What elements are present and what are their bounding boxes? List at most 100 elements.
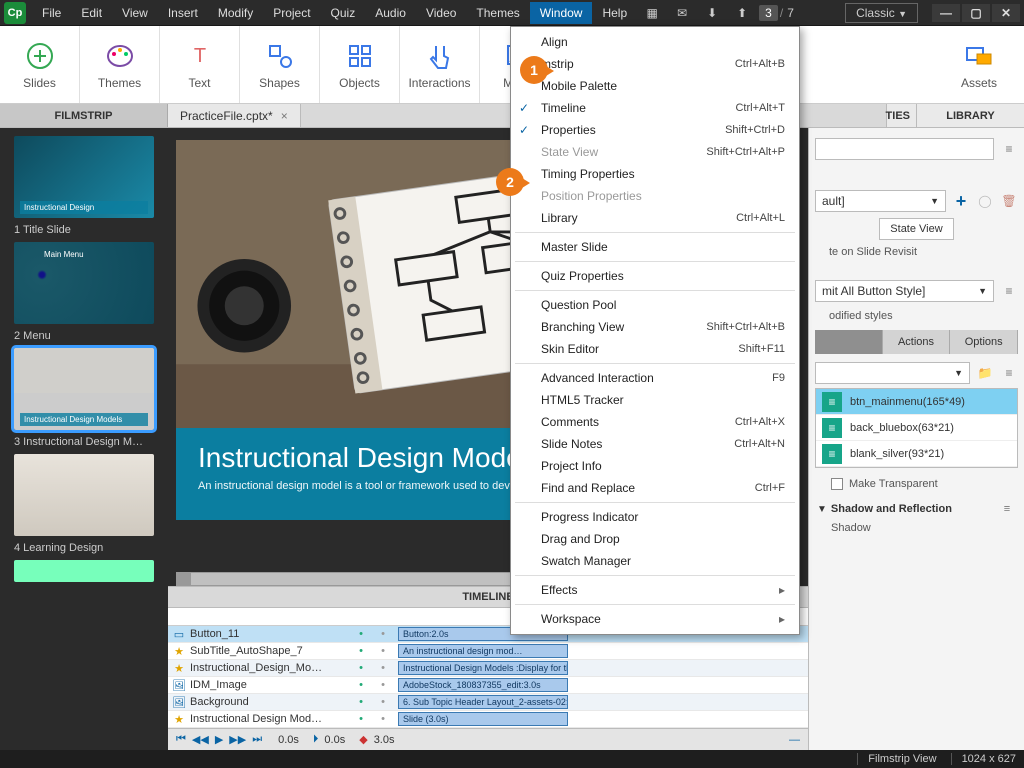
upload-icon[interactable]: ⬆ bbox=[733, 4, 751, 22]
menu-item[interactable]: Master Slide bbox=[511, 236, 799, 258]
tab-actions[interactable]: Actions bbox=[883, 330, 951, 354]
track-clip[interactable]: AdobeStock_180837355_edit:3.0s bbox=[398, 678, 568, 692]
layout-icon[interactable]: ▦ bbox=[643, 4, 661, 22]
menu-modify[interactable]: Modify bbox=[208, 2, 263, 24]
track-visibility-toggle[interactable]: • bbox=[350, 713, 372, 725]
timeline-track[interactable]: ★SubTitle_AutoShape_7••An instructional … bbox=[168, 643, 808, 660]
rewind-start-icon[interactable]: ⏮ bbox=[176, 733, 186, 746]
library-tab[interactable]: LIBRARY bbox=[916, 104, 1024, 127]
slide-thumb-selected[interactable]: Instructional Design Models 3 Instructio… bbox=[6, 348, 162, 448]
track-clip[interactable]: 6. Sub Topic Header Layout_2-assets-02:3… bbox=[398, 695, 568, 709]
menu-audio[interactable]: Audio bbox=[365, 2, 416, 24]
menu-item[interactable]: Timing Properties bbox=[511, 163, 799, 185]
ribbon-interactions[interactable]: Interactions bbox=[400, 26, 480, 103]
timeline-track[interactable]: 🖼IDM_Image••AdobeStock_180837355_edit:3.… bbox=[168, 677, 808, 694]
image-listbox[interactable]: ≡btn_mainmenu(165*49)≡back_bluebox(63*21… bbox=[815, 388, 1018, 468]
menu-item[interactable]: Find and ReplaceCtrl+F bbox=[511, 477, 799, 499]
ribbon-text[interactable]: T Text bbox=[160, 26, 240, 103]
menu-item[interactable]: Workspace▸ bbox=[511, 608, 799, 630]
menu-item[interactable]: ✓PropertiesShift+Ctrl+D bbox=[511, 119, 799, 141]
object-name-field[interactable] bbox=[815, 138, 994, 160]
slide-thumb[interactable]: 4 Learning Design bbox=[6, 454, 162, 554]
track-visibility-toggle[interactable]: • bbox=[350, 662, 372, 674]
menu-item[interactable]: Mobile Palette bbox=[511, 75, 799, 97]
add-icon[interactable]: + bbox=[952, 192, 970, 210]
trash-icon[interactable]: 🗑 bbox=[1000, 192, 1018, 210]
clone-icon[interactable]: ◯ bbox=[976, 192, 994, 210]
shadow-section-header[interactable]: ▼ Shadow and Reflection ≡ bbox=[815, 494, 1018, 522]
list-item[interactable]: ≡btn_mainmenu(165*49) bbox=[816, 389, 1017, 415]
menu-project[interactable]: Project bbox=[263, 2, 320, 24]
slide-thumb[interactable] bbox=[6, 560, 162, 582]
track-visibility-toggle[interactable]: • bbox=[350, 628, 372, 640]
workspace-selector[interactable]: Classic ▼ bbox=[845, 3, 918, 23]
zoom-slider-icon[interactable]: — bbox=[789, 734, 800, 746]
properties-tab-partial[interactable]: TIES bbox=[886, 104, 916, 127]
track-visibility-toggle[interactable]: • bbox=[350, 696, 372, 708]
menu-quiz[interactable]: Quiz bbox=[321, 2, 366, 24]
list-item[interactable]: ≡back_bluebox(63*21) bbox=[816, 415, 1017, 441]
track-lock-toggle[interactable]: • bbox=[372, 679, 394, 691]
rewind-end-icon[interactable]: ⏭ bbox=[252, 733, 262, 746]
menu-icon[interactable]: ≡ bbox=[998, 500, 1016, 518]
step-fwd-icon[interactable]: ▶▶ bbox=[229, 733, 246, 746]
ribbon-assets[interactable]: Assets bbox=[934, 26, 1024, 103]
filmstrip-panel[interactable]: Instructional Design 1 Title Slide Main … bbox=[0, 128, 168, 750]
menu-view[interactable]: View bbox=[112, 2, 158, 24]
timeline-track[interactable]: ★Instructional_Design_Mo…••Instructional… bbox=[168, 660, 808, 677]
style-select[interactable]: ault]▼ bbox=[815, 190, 946, 212]
state-view-button[interactable]: State View bbox=[879, 218, 953, 240]
ribbon-slides[interactable]: Slides bbox=[0, 26, 80, 103]
track-clip[interactable]: An instructional design mod… bbox=[398, 644, 568, 658]
filmstrip-tab[interactable]: FILMSTRIP bbox=[0, 104, 168, 127]
track-visibility-toggle[interactable]: • bbox=[350, 645, 372, 657]
download-icon[interactable]: ⬇ bbox=[703, 4, 721, 22]
track-lock-toggle[interactable]: • bbox=[372, 662, 394, 674]
mail-icon[interactable]: ✉ bbox=[673, 4, 691, 22]
step-back-icon[interactable]: ◀◀ bbox=[192, 733, 209, 746]
menu-item[interactable]: Swatch Manager bbox=[511, 550, 799, 572]
menu-item[interactable]: mstripCtrl+Alt+B bbox=[511, 53, 799, 75]
slide-thumb[interactable]: Instructional Design 1 Title Slide bbox=[6, 136, 162, 236]
menu-icon[interactable]: ≡ bbox=[1000, 282, 1018, 300]
list-item[interactable]: ≡blank_silver(93*21) bbox=[816, 441, 1017, 467]
track-lock-toggle[interactable]: • bbox=[372, 628, 394, 640]
menu-item[interactable]: Quiz Properties bbox=[511, 265, 799, 287]
close-icon[interactable]: × bbox=[281, 109, 288, 123]
window-menu-dropdown[interactable]: AlignmstripCtrl+Alt+BMobile Palette✓Time… bbox=[510, 26, 800, 635]
play-icon[interactable]: ▶ bbox=[215, 733, 223, 746]
menu-item[interactable]: Advanced InteractionF9 bbox=[511, 367, 799, 389]
menu-themes[interactable]: Themes bbox=[466, 2, 529, 24]
menu-item[interactable]: Progress Indicator bbox=[511, 506, 799, 528]
menu-item[interactable]: LibraryCtrl+Alt+L bbox=[511, 207, 799, 229]
timeline-track[interactable]: ★Instructional Design Mod…••Slide (3.0s) bbox=[168, 711, 808, 728]
menu-insert[interactable]: Insert bbox=[158, 2, 208, 24]
menu-window[interactable]: Window bbox=[530, 2, 593, 24]
button-style-select[interactable]: mit All Button Style]▼ bbox=[815, 280, 994, 302]
menu-file[interactable]: File bbox=[32, 2, 71, 24]
menu-icon[interactable]: ≡ bbox=[1000, 140, 1018, 158]
menu-item[interactable]: HTML5 Tracker bbox=[511, 389, 799, 411]
window-close[interactable]: ✕ bbox=[992, 4, 1020, 22]
menu-edit[interactable]: Edit bbox=[71, 2, 112, 24]
track-clip[interactable]: Slide (3.0s) bbox=[398, 712, 568, 726]
menu-item[interactable]: CommentsCtrl+Alt+X bbox=[511, 411, 799, 433]
menu-item[interactable]: ✓TimelineCtrl+Alt+T bbox=[511, 97, 799, 119]
menu-item[interactable]: Drag and Drop bbox=[511, 528, 799, 550]
menu-item[interactable]: Branching ViewShift+Ctrl+Alt+B bbox=[511, 316, 799, 338]
window-minimize[interactable]: — bbox=[932, 4, 960, 22]
track-clip[interactable]: Instructional Design Models :Display for… bbox=[398, 661, 568, 675]
menu-icon[interactable]: ≡ bbox=[1000, 364, 1018, 382]
sync-count[interactable]: 3 bbox=[759, 5, 778, 21]
menu-item[interactable]: Question Pool bbox=[511, 294, 799, 316]
menu-item[interactable]: Slide NotesCtrl+Alt+N bbox=[511, 433, 799, 455]
slide-thumb[interactable]: Main Menu 2 Menu bbox=[6, 242, 162, 342]
track-visibility-toggle[interactable]: • bbox=[350, 679, 372, 691]
file-tab[interactable]: PracticeFile.cptx* × bbox=[168, 104, 301, 127]
menu-item[interactable]: Effects▸ bbox=[511, 579, 799, 601]
ribbon-objects[interactable]: Objects bbox=[320, 26, 400, 103]
tab-style[interactable] bbox=[815, 330, 883, 354]
timeline-track[interactable]: 🖼Background••6. Sub Topic Header Layout_… bbox=[168, 694, 808, 711]
ribbon-shapes[interactable]: Shapes bbox=[240, 26, 320, 103]
ribbon-themes[interactable]: Themes bbox=[80, 26, 160, 103]
